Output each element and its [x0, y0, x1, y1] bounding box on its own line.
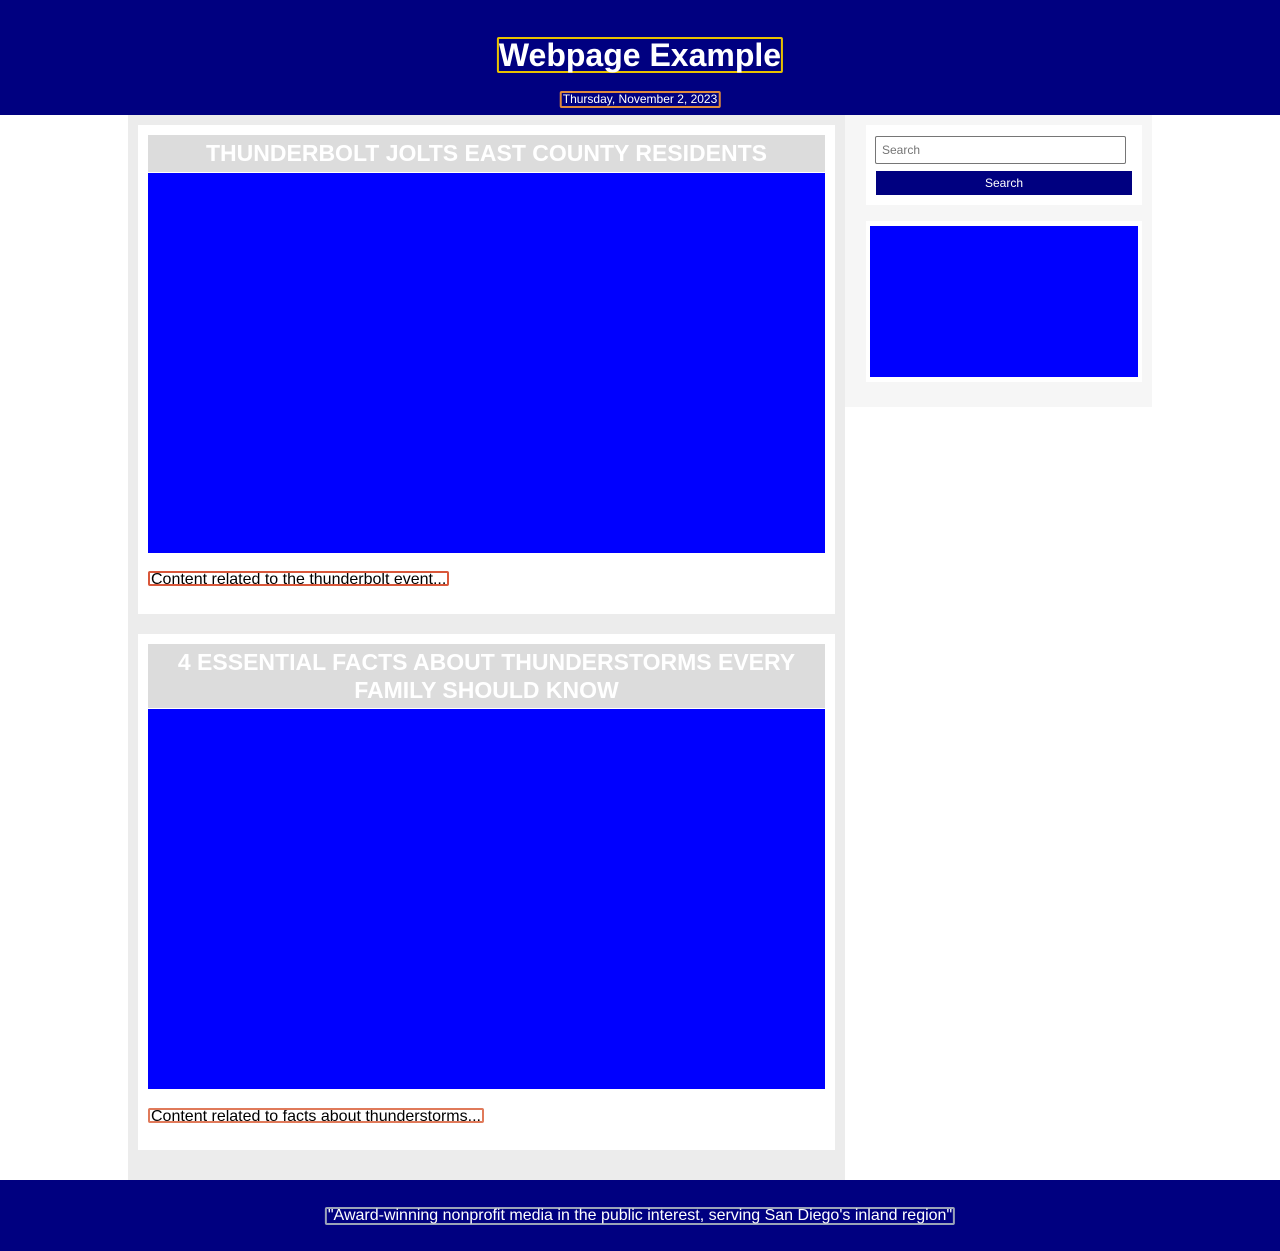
article-image[interactable] — [148, 173, 825, 553]
search-widget: Search — [866, 125, 1142, 205]
ad-image[interactable] — [870, 226, 1138, 377]
search-button[interactable]: Search — [875, 170, 1133, 196]
article-summary: Content related to the thunderbolt event… — [148, 571, 450, 586]
article-headline[interactable]: 4 ESSENTIAL FACTS ABOUT THUNDERSTORMS EV… — [148, 644, 825, 708]
sidebar: Search — [845, 115, 1152, 407]
footer-tagline: "Award-winning nonprofit media in the pu… — [324, 1207, 956, 1225]
site-header: Webpage Example Thursday, November 2, 20… — [0, 0, 1280, 115]
search-input[interactable] — [875, 136, 1126, 164]
site-title: Webpage Example — [496, 37, 784, 73]
article-headline[interactable]: THUNDERBOLT JOLTS EAST COUNTY RESIDENTS — [148, 135, 825, 172]
article-card: THUNDERBOLT JOLTS EAST COUNTY RESIDENTS … — [138, 125, 835, 614]
site-date: Thursday, November 2, 2023 — [559, 91, 721, 108]
article-card: 4 ESSENTIAL FACTS ABOUT THUNDERSTORMS EV… — [138, 634, 835, 1150]
site-footer: "Award-winning nonprofit media in the pu… — [0, 1180, 1280, 1251]
article-summary: Content related to facts about thunderst… — [148, 1108, 484, 1123]
main-content: THUNDERBOLT JOLTS EAST COUNTY RESIDENTS … — [128, 115, 845, 1180]
ad-widget — [866, 221, 1142, 382]
article-image[interactable] — [148, 709, 825, 1089]
